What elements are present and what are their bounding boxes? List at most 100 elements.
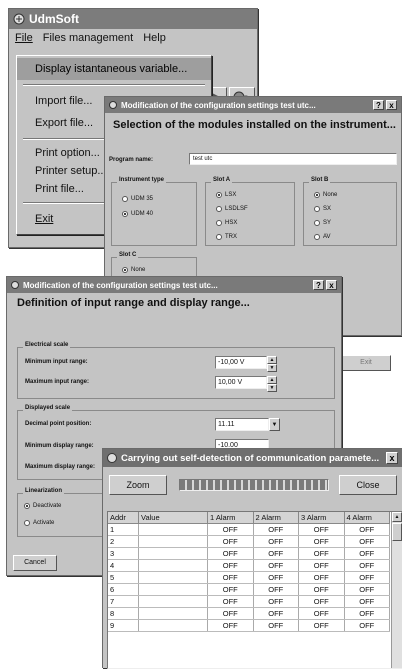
decimal-position-select[interactable]: 11.11 ▼ [215, 418, 280, 431]
electrical-scale-label: Electrical scale [23, 342, 71, 348]
scroll-up-icon[interactable]: ▲ [392, 512, 402, 522]
menu-item-display-variable[interactable]: Display istantaneous variable... [17, 58, 211, 80]
cell-alarm: OFF [207, 571, 254, 584]
min-display-range-label: Minimum display range: [25, 443, 94, 449]
vertical-scrollbar[interactable]: ▲ [391, 512, 402, 668]
spin-up-icon[interactable]: ▲ [267, 376, 277, 384]
spin-down-icon[interactable]: ▼ [267, 364, 277, 372]
cell-alarm: OFF [253, 559, 299, 572]
cell-addr: 8 [108, 607, 139, 620]
cell-value [138, 619, 208, 632]
scroll-thumb[interactable] [392, 523, 402, 541]
radio-lsdlsf[interactable]: LSDLSF [216, 203, 248, 214]
menu-separator [23, 84, 205, 86]
cell-alarm: OFF [207, 547, 254, 560]
radio-sx[interactable]: SX [314, 203, 337, 214]
table-row[interactable]: 9 OFF OFF OFF OFF [108, 619, 390, 632]
table-row[interactable]: 4 OFF OFF OFF OFF [108, 559, 390, 572]
table-row[interactable]: 6 OFF OFF OFF OFF [108, 583, 390, 596]
col-alarm-1[interactable]: 1 Alarm [207, 512, 254, 524]
cell-alarm: OFF [298, 595, 345, 608]
close-dialog-button[interactable]: Close [339, 475, 397, 495]
zoom-button[interactable]: Zoom [109, 475, 167, 495]
menu-file[interactable]: File [15, 32, 33, 48]
radio-slot-c-none[interactable]: None [122, 264, 145, 275]
menu-files-management[interactable]: Files management [43, 32, 134, 48]
cell-addr: 3 [108, 547, 139, 560]
detection-dialog-title: Carrying out self-detection of communica… [121, 452, 380, 464]
table-row[interactable]: 1 OFF OFF OFF OFF [108, 523, 390, 536]
electrical-scale-group: Electrical scale [17, 342, 335, 399]
close-button[interactable]: x [326, 280, 337, 290]
chevron-down-icon[interactable]: ▼ [269, 418, 280, 431]
cell-alarm: OFF [344, 583, 390, 596]
cell-alarm: OFF [344, 535, 390, 548]
cell-value [138, 535, 208, 548]
table-row[interactable]: 8 OFF OFF OFF OFF [108, 607, 390, 620]
cell-alarm: OFF [253, 571, 299, 584]
radio-activate[interactable]: Activate [24, 517, 61, 528]
menu-bar: File Files management Help [9, 29, 257, 51]
radio-udm40[interactable]: UDM 40 [122, 208, 153, 219]
help-button[interactable]: ? [373, 100, 384, 110]
slot-a-label: Slot A [211, 177, 233, 183]
min-input-range-spinner[interactable]: -10,00 V ▲ ▼ [215, 356, 277, 372]
radio-trx[interactable]: TRX [216, 231, 248, 242]
radio-none[interactable]: None [314, 189, 337, 200]
help-button[interactable]: ? [313, 280, 324, 290]
slot-b-label: Slot B [309, 177, 331, 183]
col-alarm-2[interactable]: 2 Alarm [253, 512, 299, 524]
cell-addr: 4 [108, 559, 139, 572]
table-row[interactable]: 7 OFF OFF OFF OFF [108, 595, 390, 608]
close-button[interactable]: x [386, 100, 397, 110]
radio-udm35[interactable]: UDM 35 [122, 193, 153, 204]
max-input-range-spinner[interactable]: 10,00 V ▲ ▼ [215, 376, 277, 392]
range-dialog-titlebar: Modification of the configuration settin… [7, 277, 341, 293]
instrument-type-label: Instrument type [117, 177, 167, 183]
udmsoft-titlebar: UdmSoft [9, 9, 257, 29]
cell-alarm: OFF [253, 523, 299, 536]
range-heading: Definition of input range and display ra… [17, 297, 250, 309]
radio-deactivate[interactable]: Deactivate [24, 500, 61, 511]
app-logo-icon [109, 101, 117, 109]
cell-alarm: OFF [253, 535, 299, 548]
cell-alarm: OFF [207, 535, 254, 548]
table-row[interactable]: 5 OFF OFF OFF OFF [108, 571, 390, 584]
spin-down-icon[interactable]: ▼ [267, 384, 277, 392]
slot-a-group: Slot A LSX LSDLSF HSX TRX [205, 177, 295, 246]
col-addr[interactable]: Addr [108, 512, 139, 524]
app-title: UdmSoft [29, 12, 79, 26]
detection-toolbar: Zoom Close [107, 473, 399, 497]
cell-alarm: OFF [207, 523, 254, 536]
cell-alarm: OFF [253, 607, 299, 620]
col-value[interactable]: Value [138, 512, 208, 524]
exit-button[interactable]: Exit [341, 355, 391, 371]
spin-up-icon[interactable]: ▲ [267, 356, 277, 364]
app-logo-icon [13, 13, 25, 25]
col-alarm-4[interactable]: 4 Alarm [344, 512, 390, 524]
radio-lsx[interactable]: LSX [216, 189, 248, 200]
col-alarm-3[interactable]: 3 Alarm [298, 512, 345, 524]
radio-av[interactable]: AV [314, 231, 337, 242]
cell-value [138, 583, 208, 596]
cell-alarm: OFF [298, 535, 345, 548]
program-name-input[interactable]: test utc [189, 153, 397, 165]
close-button[interactable]: x [386, 452, 398, 464]
progress-bar [179, 479, 329, 491]
menu-help[interactable]: Help [143, 32, 166, 48]
radio-sy[interactable]: SY [314, 217, 337, 228]
table-row[interactable]: 2 OFF OFF OFF OFF [108, 535, 390, 548]
cell-alarm: OFF [298, 523, 345, 536]
radio-hsx[interactable]: HSX [216, 217, 248, 228]
cell-value [138, 595, 208, 608]
detection-dialog: Carrying out self-detection of communica… [102, 448, 402, 669]
cell-addr: 2 [108, 535, 139, 548]
cell-value [138, 523, 208, 536]
table-body: 1 OFF OFF OFF OFF 2 OFF OFF OFF OFF 3 OFF OFF OFF OFF 4… [108, 523, 390, 632]
table-row[interactable]: 3 OFF OFF OFF OFF [108, 547, 390, 560]
cell-alarm: OFF [253, 583, 299, 596]
cancel-button[interactable]: Cancel [13, 555, 57, 571]
cell-alarm: OFF [253, 547, 299, 560]
linearization-group: Linearization Deactivate Activate [17, 488, 107, 537]
range-dialog-title: Modification of the configuration settin… [23, 280, 218, 290]
